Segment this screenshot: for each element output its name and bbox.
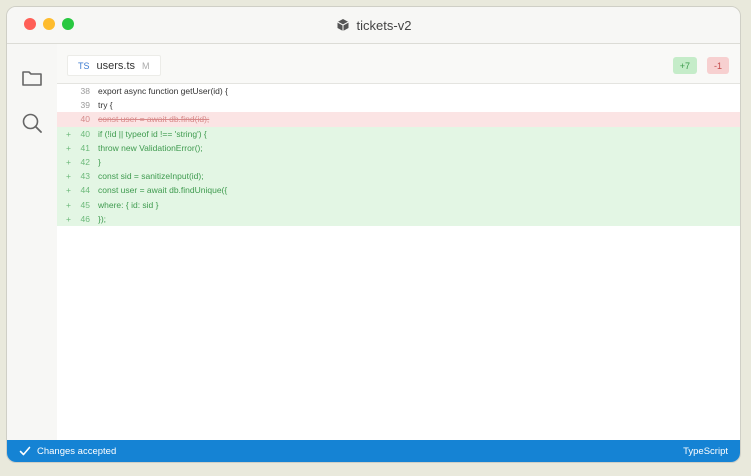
code-view[interactable]: 38 export async function getUser(id) { 39 t… xyxy=(57,84,740,226)
code-text: } xyxy=(98,156,101,167)
code-text: where: { id: sid } xyxy=(98,199,159,210)
folder-icon[interactable] xyxy=(20,66,44,90)
line-number: 40 xyxy=(80,114,90,125)
diff-marker: + xyxy=(66,156,71,167)
code-text: const user = await db.find(id); xyxy=(98,114,210,125)
window-title: tickets-v2 xyxy=(7,7,740,43)
line-number: 42 xyxy=(80,156,90,167)
diff-marker: + xyxy=(66,199,71,210)
code-text: if (!id || typeof id !== 'string') { xyxy=(98,128,207,139)
code-text: }); xyxy=(98,213,107,224)
code-line: +43 const sid = sanitizeInput(id); xyxy=(57,169,740,184)
line-number: 38 xyxy=(80,86,90,96)
code-text: const sid = sanitizeInput(id); xyxy=(98,171,204,182)
activity-sidebar xyxy=(7,44,57,440)
line-number: 41 xyxy=(80,142,90,153)
editor-tab-bar: TS users.ts M +7 -1 xyxy=(57,44,740,84)
line-number: 40 xyxy=(80,128,90,139)
line-number: 45 xyxy=(80,199,90,210)
title-bar: tickets-v2 xyxy=(7,7,740,44)
search-icon[interactable] xyxy=(20,111,44,135)
window-title-text: tickets-v2 xyxy=(356,17,412,33)
code-line: +40 if (!id || typeof id !== 'string') { xyxy=(57,126,740,141)
code-line: +44 const user = await db.findUnique({ xyxy=(57,183,740,198)
code-line: +42} xyxy=(57,154,740,170)
diff-marker: + xyxy=(66,213,71,224)
code-line: 40 const user = await db.find(id); xyxy=(57,112,740,127)
code-text: const user = await db.findUnique({ xyxy=(98,185,228,196)
code-text: try { xyxy=(98,100,113,111)
language-mode[interactable]: TypeScript xyxy=(683,446,728,457)
added-lines-badge: +7 xyxy=(672,57,697,74)
code-line: 38 export async function getUser(id) { xyxy=(57,84,740,98)
diff-marker: + xyxy=(66,142,71,153)
code-line: 39 try { xyxy=(57,98,740,112)
status-message-text: Changes accepted xyxy=(37,445,117,457)
line-number: 46 xyxy=(80,213,90,224)
line-number: 39 xyxy=(80,100,90,111)
removed-lines-badge: -1 xyxy=(706,57,729,74)
line-number: 43 xyxy=(80,171,90,182)
code-text: throw new ValidationError(); xyxy=(98,142,203,153)
cube-icon xyxy=(336,19,349,31)
code-line: +41 throw new ValidationError(); xyxy=(57,140,740,155)
code-line: +46}); xyxy=(57,211,740,226)
diff-marker: + xyxy=(66,185,71,196)
code-line: +45 where: { id: sid } xyxy=(57,197,740,212)
line-number: 44 xyxy=(80,185,90,196)
tab-modified-indicator: M xyxy=(142,60,150,71)
code-text: export async function getUser(id) { xyxy=(98,86,228,96)
diff-marker: + xyxy=(66,128,71,139)
status-bar: Changes accepted TypeScript xyxy=(7,440,740,462)
tab-users-ts[interactable]: TS users.ts M xyxy=(67,55,161,76)
status-message: Changes accepted xyxy=(19,445,116,457)
tab-filename: users.ts xyxy=(96,59,136,72)
check-icon xyxy=(19,446,31,456)
editor-area: TS users.ts M +7 -1 38 export async funct… xyxy=(57,44,740,440)
app-window: tickets-v2 TS users.ts M +7 -1 38 export … xyxy=(6,6,741,463)
tab-language-label: TS xyxy=(78,60,90,71)
diff-marker: + xyxy=(66,171,71,182)
